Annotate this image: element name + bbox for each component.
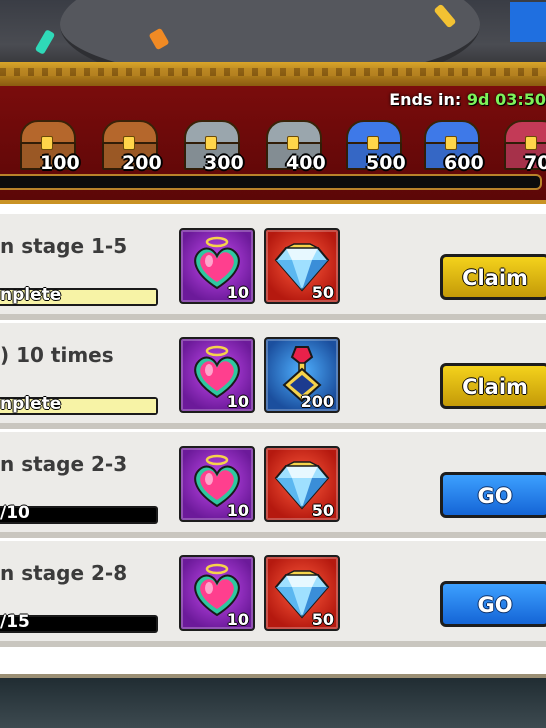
confetti-decoration	[34, 29, 56, 55]
claim-button[interactable]: Claim	[440, 254, 546, 300]
reward-quantity: 50	[311, 610, 334, 629]
reward-slot[interactable]: 50	[264, 446, 340, 522]
quest-progress-bar: /15	[0, 612, 158, 633]
chest-points-label: 400	[286, 152, 326, 174]
reward-quantity: 50	[311, 283, 334, 302]
quest-row: n stage 2-8/15 10 50 GO	[0, 541, 546, 647]
chest-lock	[525, 136, 537, 150]
progress-text: /15	[0, 612, 30, 632]
reward-slot[interactable]: 10	[179, 446, 255, 522]
reward-slot[interactable]: 200	[264, 337, 340, 413]
quest-row: n stage 1-5 nplete 10 50 Claim	[0, 214, 546, 320]
bottom-divider	[0, 674, 546, 678]
quest-title: ) 10 times	[0, 343, 114, 367]
quest-progress-bar: /10	[0, 503, 158, 524]
reward-quantity: 10	[226, 501, 249, 520]
reward-slot[interactable]: 10	[179, 555, 255, 631]
chest-points-label: 500	[366, 152, 406, 174]
chest-lock	[205, 136, 217, 150]
chest-points-label: 70	[524, 152, 546, 174]
reward-slot[interactable]: 50	[264, 555, 340, 631]
quest-progress-bar: nplete	[0, 285, 158, 306]
chest-lock	[287, 136, 299, 150]
chest-lock	[123, 136, 135, 150]
reward-quantity: 10	[226, 392, 249, 411]
reward-slot[interactable]: 10	[179, 337, 255, 413]
chest-lock	[445, 136, 457, 150]
confetti-decoration	[510, 2, 546, 42]
chest-points-label: 600	[444, 152, 484, 174]
quest-title: n stage 2-3	[0, 452, 128, 476]
quest-title: n stage 2-8	[0, 561, 128, 585]
chest-points-label: 300	[204, 152, 244, 174]
go-button[interactable]: GO	[440, 472, 546, 518]
chest-lock	[41, 136, 53, 150]
reward-quantity: 200	[300, 392, 334, 411]
bottom-scene	[0, 674, 546, 728]
quest-title: n stage 1-5	[0, 234, 128, 258]
go-button[interactable]: GO	[440, 581, 546, 627]
reward-quantity: 10	[226, 283, 249, 302]
chest-points-label: 200	[122, 152, 162, 174]
progress-text: /10	[0, 503, 30, 523]
ends-label: Ends in:	[389, 90, 462, 109]
quest-row: ) 10 times nplete 10 200 Claim	[0, 323, 546, 429]
progress-text: nplete	[0, 394, 62, 414]
quest-row: n stage 2-3/10 10 50 GO	[0, 432, 546, 538]
reward-slot[interactable]: 10	[179, 228, 255, 304]
quest-progress-bar: nplete	[0, 394, 158, 415]
chest-lock	[367, 136, 379, 150]
reward-slot[interactable]: 50	[264, 228, 340, 304]
ends-time: 9d 03:50	[466, 90, 546, 109]
quest-list: n stage 1-5 nplete 10 50 Claim ) 10 times nple…	[0, 204, 546, 674]
chest-points-label: 100	[40, 152, 80, 174]
event-timer: Ends in: 9d 03:50	[389, 90, 546, 109]
gold-frame-band	[0, 62, 546, 88]
reward-quantity: 50	[311, 501, 334, 520]
progress-text: nplete	[0, 285, 62, 305]
milestone-progress-bar	[0, 174, 542, 190]
claim-button[interactable]: Claim	[440, 363, 546, 409]
reward-quantity: 10	[226, 610, 249, 629]
